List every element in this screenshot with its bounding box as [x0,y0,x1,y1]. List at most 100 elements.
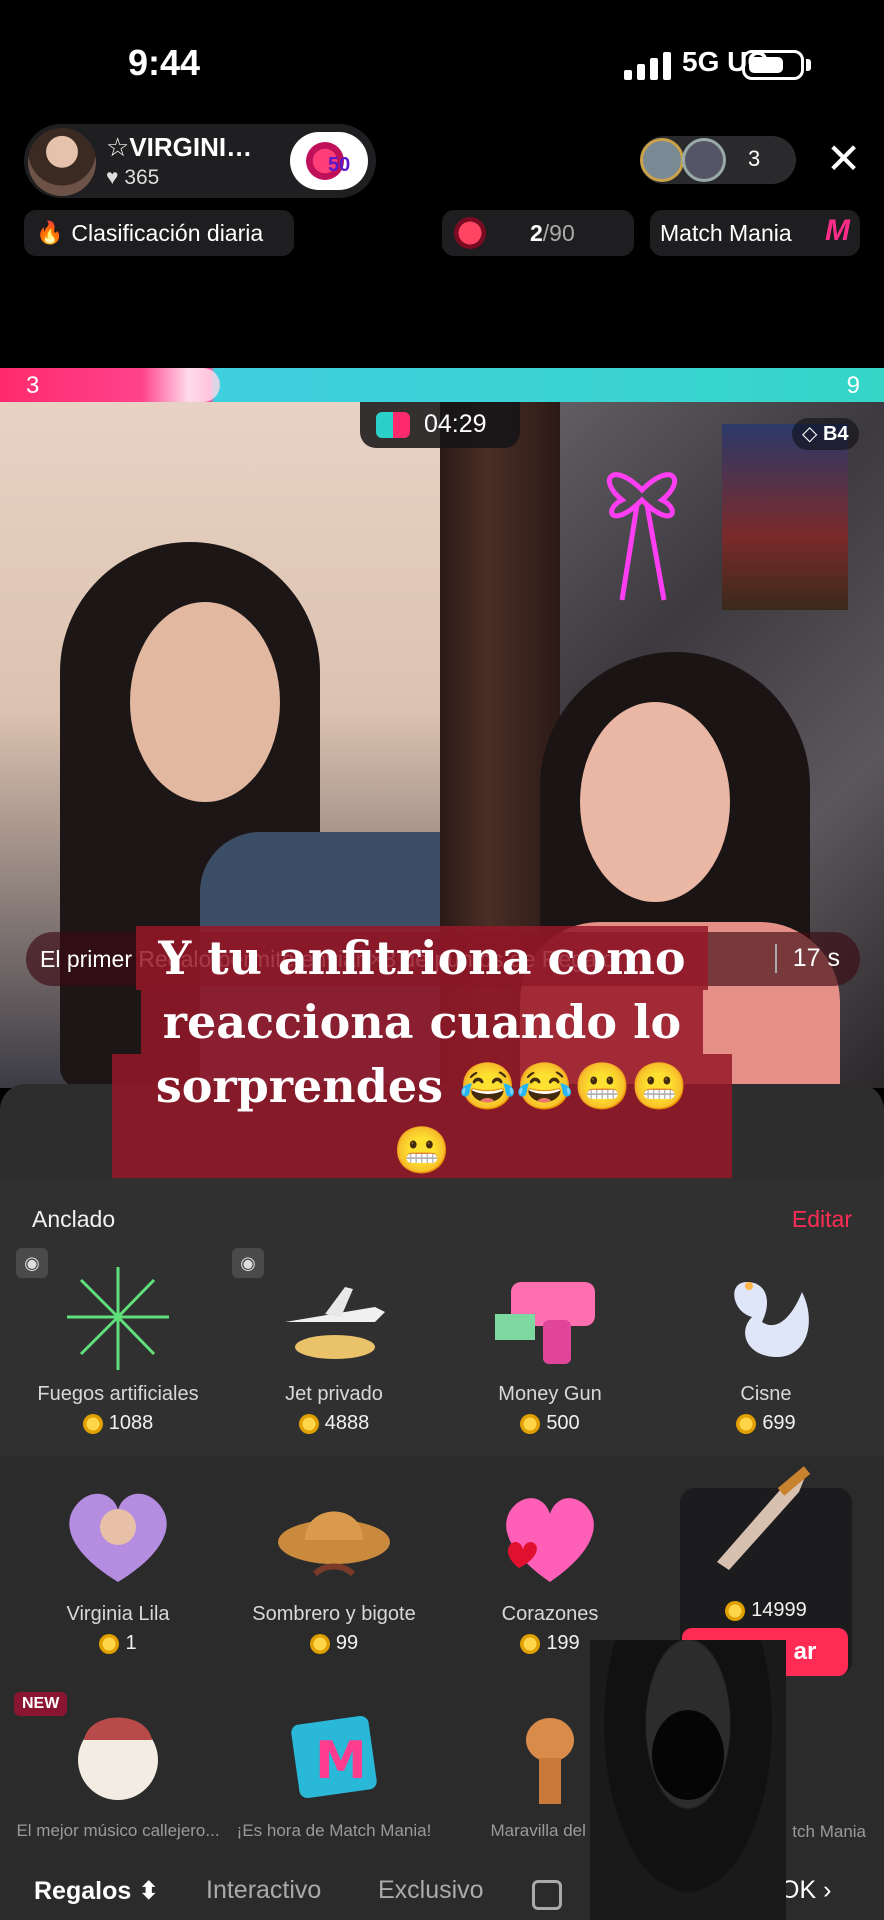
gift-item-hearts[interactable]: Corazones 199 [442,1482,658,1655]
coin-icon [725,1600,746,1621]
gift-item-fireworks[interactable]: Fuegos artificiales 1088 [10,1262,226,1435]
coin-icon [99,1633,120,1654]
gift-price: 99 [226,1632,442,1655]
pinned-title: Anclado [32,1206,116,1232]
left-team-score: 3 [26,372,40,399]
caption-line: Y tu anfitriona como [136,926,708,990]
gift-price-value: 14999 [751,1599,807,1621]
daily-ranking-label: Clasificación diaria [71,219,264,246]
sheep-icon [78,1717,158,1800]
gift-name: Jet privado [285,1383,383,1405]
right-host-face [580,702,730,902]
gift-item-money-gun[interactable]: Money Gun 500 [442,1262,658,1435]
close-icon[interactable]: ✕ [826,138,861,180]
caption-line: reacciona cuando lo [140,990,704,1054]
timer-value: 04:29 [424,410,487,438]
gift-price-value: 699 [762,1412,796,1434]
gift-price: 500 [442,1412,658,1435]
host-name: ☆VIRGINI… [106,132,253,162]
fan-level: 50 [328,154,351,176]
gift-price: 699 [658,1412,874,1435]
battery-icon [742,50,804,80]
gift-price-value: 1088 [108,1412,154,1434]
gift-price: 1088 [10,1412,226,1435]
gift-item-virginia-lila[interactable]: Virginia Lila 1 [10,1482,226,1655]
match-mania-label: Match Mania [660,219,792,246]
overlay-hooded-figure-image [590,1640,786,1920]
coin-icon [736,1413,757,1434]
host-likes-count: 365 [124,166,160,189]
neon-bow-icon [607,472,677,601]
tab-exclusive[interactable]: Exclusivo [378,1876,484,1905]
gift-price-value: 500 [546,1412,580,1434]
heart-portrait-icon [69,1493,167,1582]
match-mania-logo-icon: M [825,214,850,247]
host-avatar[interactable] [28,128,96,196]
battle-timer: 04:29 [360,402,520,448]
svg-text:M: M [315,1731,367,1791]
gift-price-value: 1 [125,1632,137,1654]
battle-score-bar: 3 9 [0,368,884,402]
gift-price: 14999 [658,1599,874,1622]
viewer-avatar[interactable] [682,138,726,182]
sword-icon [717,1466,811,1570]
fan-club-button[interactable]: 50 [290,132,368,190]
edit-button[interactable]: Editar [792,1206,852,1233]
coin-icon [520,1633,541,1654]
gem-icon [454,217,486,249]
match-mania-button[interactable]: Match Mania M [650,210,860,256]
host-info[interactable]: ☆VIRGINI… ♥ 365 50 [24,124,376,198]
host-likes: ♥ 365 [106,166,160,189]
video-caption: Y tu anfitriona como reacciona cuando lo… [112,926,732,1182]
coin-icon [82,1413,103,1434]
gift-price: 4888 [226,1412,442,1435]
caption-line: sorprendes 😂😂😬😬😬 [112,1054,732,1182]
tab-interactive[interactable]: Interactivo [206,1876,321,1905]
fireworks-icon [67,1267,169,1370]
gift-price-value: 4888 [324,1412,370,1434]
coin-icon [298,1413,319,1434]
gift-item-sword[interactable]: 14999 [658,1462,874,1622]
gift-name: Money Gun [498,1383,602,1405]
status-time: 9:44 [128,42,201,83]
right-team-score: 9 [846,372,860,399]
match-mania-icon: M [291,1715,377,1799]
gift-name: Cisne [740,1383,792,1405]
balance-button[interactable]: OK › [780,1876,831,1905]
rank-badge-label: B4 [822,423,849,445]
jet-icon [285,1287,385,1359]
hood-face [652,1710,724,1800]
gift-price-value: 99 [335,1632,359,1654]
gift-name: Virginia Lila [66,1603,170,1625]
tab-gifts[interactable]: Regalos ⬍ [34,1876,159,1906]
rank-badge: ◇ B4 [792,418,859,450]
gift-name: El mejor músico callejero... [16,1821,220,1840]
gift-name: Sombrero y bigote [252,1603,416,1625]
daily-ranking-button[interactable]: 🔥 Clasificación diaria [24,210,294,256]
viewer-avatar[interactable] [640,138,684,182]
battle-spark [142,368,220,402]
battle-icon [376,412,410,438]
gift-name: ¡Es hora de Match Mania! [236,1821,432,1840]
wall-poster [722,424,848,610]
hearts-icon [506,1498,594,1582]
battery-tip [806,59,811,71]
coin-icon [309,1633,330,1654]
swan-icon [734,1282,809,1357]
goal-progress[interactable]: 2/90 [442,210,634,256]
gift-item-private-jet[interactable]: Jet privado 4888 [226,1262,442,1435]
gift-name: Corazones [501,1603,599,1625]
hat-icon [278,1511,390,1577]
gift-item-street-musician[interactable]: El mejor músico callejero... [10,1700,226,1841]
gift-item-swan[interactable]: Cisne 699 [658,1262,874,1435]
goal-current: 2 [530,220,543,246]
coin-icon [520,1413,541,1434]
gift-box-icon[interactable] [532,1880,562,1910]
goal-total: /90 [542,220,575,246]
viewer-list[interactable]: 3 [640,136,796,184]
gift-item-hat-mustache[interactable]: Sombrero y bigote 99 [226,1482,442,1655]
viewer-count: 3 [748,146,761,171]
gift-item-match-mania[interactable]: M ¡Es hora de Match Mania! [226,1700,442,1841]
goal-score: 2/90 [530,220,575,247]
gift-price-value: 199 [546,1632,580,1654]
